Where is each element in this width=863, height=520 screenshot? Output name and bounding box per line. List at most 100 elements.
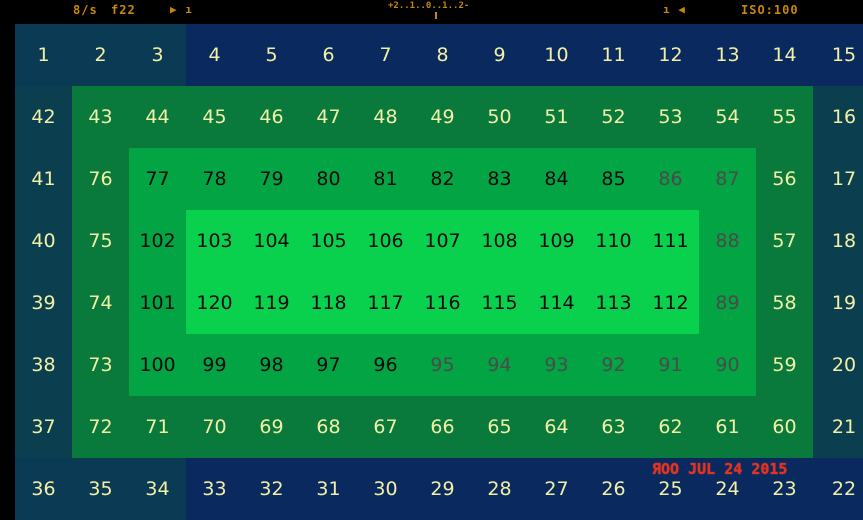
- grid-cell: 107: [414, 210, 471, 272]
- grid-cell: 56: [756, 148, 813, 210]
- grid-cell: 86: [642, 148, 699, 210]
- grid-cell: 34: [129, 458, 186, 520]
- grid-cell: 55: [756, 86, 813, 148]
- grid-cell: 61: [699, 396, 756, 458]
- grid-cell: 36: [15, 458, 72, 520]
- grid-cell: 96: [357, 334, 414, 396]
- grid-cell: 67: [357, 396, 414, 458]
- grid-cell: 7: [357, 24, 414, 86]
- exposure-meter: +2..1..0..1..2-: [388, 1, 470, 11]
- grid-cell: 62: [642, 396, 699, 458]
- grid-cell: 44: [129, 86, 186, 148]
- grid-cell: 106: [357, 210, 414, 272]
- grid-cell: 101: [129, 272, 186, 334]
- grid-cell: 84: [528, 148, 585, 210]
- grid-cell: 74: [72, 272, 129, 334]
- grid-cell: 47: [300, 86, 357, 148]
- grid-cell: 58: [756, 272, 813, 334]
- grid-cell: 104: [243, 210, 300, 272]
- grid-cell: 53: [642, 86, 699, 148]
- grid-cell: 68: [300, 396, 357, 458]
- grid-cell: 33: [186, 458, 243, 520]
- grid-cell: 21: [813, 396, 863, 458]
- grid-cell: 117: [357, 272, 414, 334]
- grid-cell: 105: [300, 210, 357, 272]
- grid-cell: 13: [699, 24, 756, 86]
- grid-cell: 14: [756, 24, 813, 86]
- iso-value: ISO:100: [741, 3, 799, 17]
- grid-cell: 35: [72, 458, 129, 520]
- grid-cell: 90: [699, 334, 756, 396]
- grid-cell: 46: [243, 86, 300, 148]
- grid-cell: 26: [585, 458, 642, 520]
- grid-cell: 85: [585, 148, 642, 210]
- grid-cell: 94: [471, 334, 528, 396]
- grid-cell: 2: [72, 24, 129, 86]
- grid-cell: 87: [699, 148, 756, 210]
- grid-cell: 48: [357, 86, 414, 148]
- grid-cell: 32: [243, 458, 300, 520]
- grid-cell: 77: [129, 148, 186, 210]
- grid-cell: 66: [414, 396, 471, 458]
- date-stamp: ЯOO JUL 24 2015: [652, 460, 788, 478]
- grid-cell: 114: [528, 272, 585, 334]
- grid-cell: 28: [471, 458, 528, 520]
- grid-cell: 102: [129, 210, 186, 272]
- spiral-number-grid: 1 2 3 4 5 6 7 8 9 10 11 12 13 14 15 42 43 44 45 46 47 48 49 50 5…: [15, 24, 863, 520]
- grid-cell: 69: [243, 396, 300, 458]
- grid-cell: 88: [699, 210, 756, 272]
- grid-cell: 39: [15, 272, 72, 334]
- grid-cell: 89: [699, 272, 756, 334]
- grid-cell: 29: [414, 458, 471, 520]
- grid-cell: 92: [585, 334, 642, 396]
- grid-cell: 100: [129, 334, 186, 396]
- grid-cell: 78: [186, 148, 243, 210]
- grid-cell: 42: [15, 86, 72, 148]
- shutter-speed: 8/s: [73, 3, 98, 17]
- grid-cell: 63: [585, 396, 642, 458]
- grid-cell: 70: [186, 396, 243, 458]
- grid-cell: 51: [528, 86, 585, 148]
- grid-cell: 97: [300, 334, 357, 396]
- play-indicator-icon: ▶ ı: [170, 3, 193, 16]
- grid-cell: 109: [528, 210, 585, 272]
- grid-cell: 120: [186, 272, 243, 334]
- grid-cell: 10: [528, 24, 585, 86]
- grid-cell: 110: [585, 210, 642, 272]
- grid-cell: 111: [642, 210, 699, 272]
- grid-cell: 82: [414, 148, 471, 210]
- grid-cell: 93: [528, 334, 585, 396]
- grid-cell: 115: [471, 272, 528, 334]
- grid-cell: 79: [243, 148, 300, 210]
- grid-cell: 11: [585, 24, 642, 86]
- grid-cell: 3: [129, 24, 186, 86]
- grid-cell: 27: [528, 458, 585, 520]
- grid-cell: 19: [813, 272, 863, 334]
- grid-cell: 103: [186, 210, 243, 272]
- grid-cell: 75: [72, 210, 129, 272]
- grid-cell: 71: [129, 396, 186, 458]
- grid-cell: 41: [15, 148, 72, 210]
- grid-cell: 9: [471, 24, 528, 86]
- grid-cell: 40: [15, 210, 72, 272]
- grid-cell: 49: [414, 86, 471, 148]
- grid-cell: 8: [414, 24, 471, 86]
- grid-cell: 108: [471, 210, 528, 272]
- grid-cell: 119: [243, 272, 300, 334]
- exposure-meter-needle: [435, 12, 437, 19]
- grid-cell: 30: [357, 458, 414, 520]
- grid-cell: 16: [813, 86, 863, 148]
- grid-cell: 81: [357, 148, 414, 210]
- grid-cell: 4: [186, 24, 243, 86]
- grid-cell: 31: [300, 458, 357, 520]
- grid-cell: 50: [471, 86, 528, 148]
- grid-cell: 5: [243, 24, 300, 86]
- grid-cell: 18: [813, 210, 863, 272]
- grid-cell: 80: [300, 148, 357, 210]
- grid-cell: 60: [756, 396, 813, 458]
- grid-cell: 6: [300, 24, 357, 86]
- grid-cell: 59: [756, 334, 813, 396]
- grid-cell: 112: [642, 272, 699, 334]
- grid-cell: 113: [585, 272, 642, 334]
- grid-cell: 12: [642, 24, 699, 86]
